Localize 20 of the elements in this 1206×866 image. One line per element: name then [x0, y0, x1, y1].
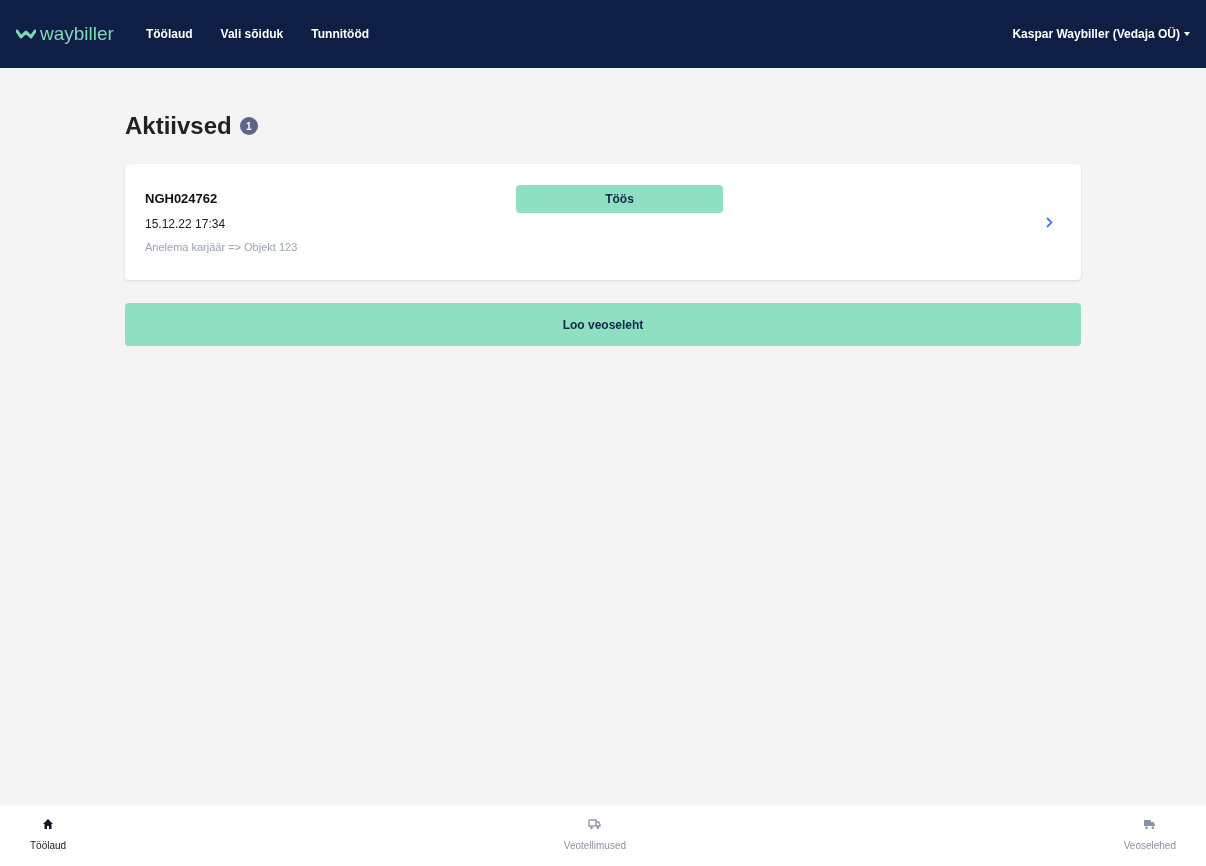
waybill-route: Anelema karjäär => Objekt 123: [145, 239, 299, 255]
home-icon: [42, 818, 55, 830]
waybill-datetime: 15.12.22 17:34: [145, 215, 227, 233]
truck-icon: [1143, 818, 1157, 830]
caret-icon: [1184, 32, 1190, 36]
bottom-nav-tab[interactable]: Töölaud: [30, 818, 67, 853]
create-waybill-button[interactable]: Loo veoseleht: [125, 303, 1081, 346]
logo-icon: [16, 29, 36, 39]
nav-link[interactable]: Tunnitööd: [311, 25, 370, 43]
waybill-number: NGH024762: [145, 190, 219, 208]
truck-icon: [588, 818, 602, 830]
status-tag: Töös: [516, 185, 723, 213]
waybill-card[interactable]: NGH024762 15.12.22 17:34 Anelema karjäär => Objekt 123 Töös: [125, 164, 1081, 280]
section-title: Aktiivsed: [125, 111, 232, 141]
count-badge: 1: [239, 117, 258, 135]
logo-text: waybiller: [40, 21, 114, 46]
chevron-right-icon[interactable]: [1046, 216, 1053, 228]
nav-link[interactable]: Vali sõiduk: [220, 25, 284, 43]
nav-link[interactable]: Töölaud: [145, 25, 193, 43]
user-menu[interactable]: Kaspar Waybiller (Vedaja OÜ): [1012, 25, 1190, 43]
